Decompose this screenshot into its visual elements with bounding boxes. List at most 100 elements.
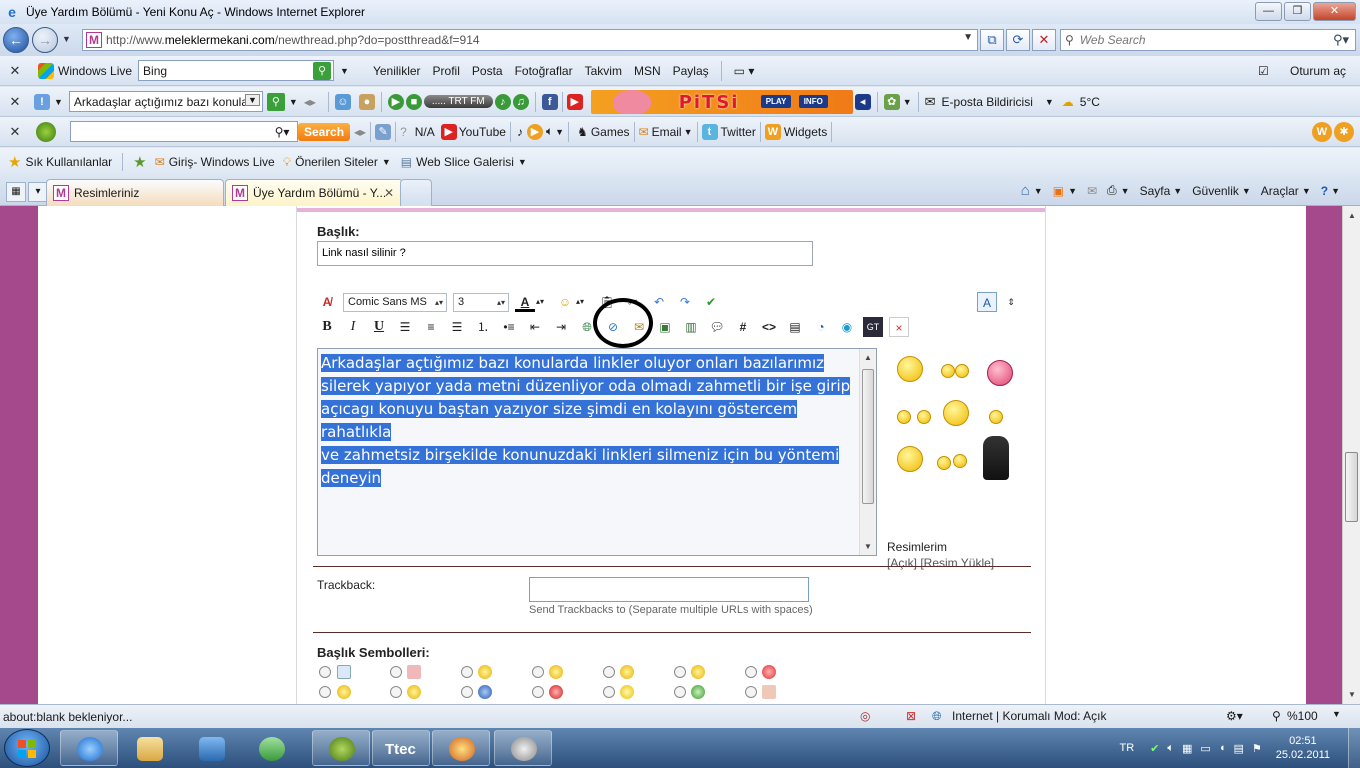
- security-zone-text[interactable]: Internet | Korumalı Mod: Açık: [952, 709, 1107, 723]
- smilie-icon[interactable]: [917, 410, 931, 424]
- tools-menu[interactable]: Araçlar: [1261, 184, 1299, 198]
- align-center-icon[interactable]: ≡: [421, 317, 441, 337]
- language-indicator[interactable]: TR: [1120, 742, 1135, 754]
- toolbar3-search-options-icon[interactable]: ⚲▾: [270, 125, 294, 139]
- quick-tabs-icon[interactable]: ▦: [6, 182, 26, 202]
- help-menu-icon[interactable]: ?: [1321, 184, 1328, 198]
- twitter-link[interactable]: Twitter: [721, 125, 756, 139]
- align-left-icon[interactable]: ☰: [395, 317, 415, 337]
- tab-list-icon[interactable]: ▾: [28, 182, 48, 202]
- add-favorite-icon[interactable]: ★: [133, 153, 146, 171]
- player-play-icon[interactable]: ▶: [526, 123, 543, 140]
- tray-icon[interactable]: ▤: [1233, 742, 1243, 755]
- bing-dropdown-icon[interactable]: ▼: [340, 66, 349, 76]
- flash-icon[interactable]: ◔: [811, 317, 831, 337]
- toolbar3-search-input[interactable]: [70, 121, 298, 142]
- resize-editor-icon[interactable]: ⇕: [1001, 292, 1021, 312]
- history-dropdown-icon[interactable]: ▼: [62, 34, 71, 44]
- pitsi-info-button[interactable]: INFO: [798, 94, 828, 108]
- clock[interactable]: 02:51 25.02.2011: [1276, 734, 1330, 762]
- email-link[interactable]: Email: [652, 125, 682, 139]
- ordered-list-icon[interactable]: ⒈: [473, 317, 493, 337]
- action-center-icon[interactable]: ⚑: [1252, 742, 1262, 755]
- post-icon-radio[interactable]: [390, 686, 402, 698]
- tab-close-icon[interactable]: ✕: [384, 186, 394, 200]
- youtube-icon[interactable]: ▶: [440, 123, 457, 140]
- search-media-icon[interactable]: ◉: [837, 317, 857, 337]
- search-go-icon[interactable]: ⚲▾: [1333, 32, 1349, 48]
- mail-icon[interactable]: ✉: [1087, 184, 1097, 198]
- signin-link[interactable]: Oturum aç: [1290, 64, 1346, 78]
- maximize-button[interactable]: ❐: [1284, 2, 1311, 21]
- live-item-fotograflar[interactable]: Fotoğraflar: [515, 64, 573, 78]
- popup-blocked-icon[interactable]: ⊠: [906, 709, 916, 723]
- page-scrollbar[interactable]: ▲ ▼: [1342, 206, 1360, 704]
- help-icon[interactable]: ?: [400, 125, 407, 139]
- live-item-msn[interactable]: MSN: [634, 64, 661, 78]
- post-icon-radio[interactable]: [461, 686, 473, 698]
- pitsi-play-button[interactable]: PLAY: [760, 94, 792, 108]
- smilie-icon[interactable]: [897, 446, 923, 472]
- text-color-icon[interactable]: A: [515, 292, 535, 312]
- stop-icon[interactable]: ✕: [1032, 29, 1056, 51]
- radio-mute-icon[interactable]: ♫: [512, 93, 529, 110]
- protected-mode-icon[interactable]: ⚙▾: [1226, 709, 1243, 723]
- radio-play-icon[interactable]: ▶: [387, 93, 404, 110]
- volume-icon[interactable]: 🔈︎: [546, 124, 553, 139]
- rss-icon[interactable]: ▣: [1053, 184, 1064, 198]
- toolbar-search-dropdown[interactable]: Arkadaşlar açtığımız bazı konular ▼: [68, 91, 263, 112]
- indent-icon[interactable]: ⇥: [551, 317, 571, 337]
- start-button[interactable]: [4, 729, 50, 767]
- smilie-icon[interactable]: [953, 454, 967, 468]
- font-family-select[interactable]: Comic Sans MS ▴▾: [343, 292, 447, 312]
- smilie-icon[interactable]: [943, 400, 969, 426]
- email-notifier[interactable]: E-posta Bildiricisi: [942, 95, 1033, 109]
- tab-uye-yardim[interactable]: M Üye Yardım Bölümü - Y... ✕: [225, 179, 403, 206]
- outdent-icon[interactable]: ⇤: [525, 317, 545, 337]
- banner-collapse-icon[interactable]: ◂: [854, 93, 871, 110]
- message-editor[interactable]: Arkadaşlar açtığımız bazı konularda link…: [317, 348, 877, 556]
- widgets-link[interactable]: Widgets: [784, 125, 827, 139]
- italic-icon[interactable]: I: [343, 317, 363, 337]
- toolbar-search-go-icon[interactable]: ⚲: [266, 92, 285, 111]
- tab-resimleriniz[interactable]: M Resimleriniz: [46, 179, 224, 206]
- refresh-icon[interactable]: ⟳: [1006, 29, 1030, 51]
- switch-editor-mode-icon[interactable]: A: [977, 292, 997, 312]
- wrap-php-icon[interactable]: ▤: [785, 317, 805, 337]
- align-right-icon[interactable]: ☰: [447, 317, 467, 337]
- clover-icon[interactable]: ✿: [883, 93, 900, 110]
- address-dropdown-icon[interactable]: ▼: [963, 32, 973, 43]
- youtube-toolbar-icon[interactable]: ▶: [566, 93, 583, 110]
- smilie-icon[interactable]: [897, 410, 911, 424]
- taskbar-ttec-button[interactable]: Ttec: [372, 730, 430, 766]
- smilie-icon[interactable]: [989, 410, 1003, 424]
- underline-icon[interactable]: U: [369, 317, 389, 337]
- images-links[interactable]: [Açık] [Resim Yükle]: [887, 555, 994, 571]
- settings-orange-icon[interactable]: ✱: [1334, 121, 1354, 142]
- remove-format-icon[interactable]: A̸: [317, 292, 337, 312]
- post-icon-radio[interactable]: [674, 666, 686, 678]
- minimize-button[interactable]: —: [1255, 2, 1282, 21]
- taskbar-paint-button[interactable]: [432, 730, 490, 766]
- insert-image-icon[interactable]: ▣: [655, 317, 675, 337]
- post-icon-radio[interactable]: [745, 666, 757, 678]
- live-menu-icon[interactable]: ▭ ▾: [734, 64, 755, 78]
- post-icon-radio[interactable]: [603, 666, 615, 678]
- smilie-icon[interactable]: [987, 360, 1013, 386]
- music-icon[interactable]: ♪: [517, 125, 523, 139]
- live-item-posta[interactable]: Posta: [472, 64, 503, 78]
- taskbar-mascot-button[interactable]: [312, 730, 370, 766]
- font-size-select[interactable]: 3 ▴▾: [453, 292, 509, 312]
- fav-item-onerilen[interactable]: Önerilen Siteler: [295, 155, 378, 169]
- toolbar3-search-button[interactable]: Search: [298, 122, 351, 141]
- zoom-level[interactable]: %100: [1287, 709, 1318, 723]
- new-tab-button[interactable]: [400, 179, 432, 206]
- smilie-icon[interactable]: [955, 364, 969, 378]
- live-item-paylas[interactable]: Paylaş: [673, 64, 709, 78]
- address-bar[interactable]: M http://www.meleklermekani.com/newthrea…: [82, 29, 978, 51]
- title-input[interactable]: Link nasıl silinir ?: [317, 241, 813, 266]
- show-desktop-button[interactable]: [1348, 728, 1360, 768]
- taskbar-media-button[interactable]: [182, 730, 240, 766]
- insert-video-icon[interactable]: ▥: [681, 317, 701, 337]
- fav-item-giris[interactable]: Giriş- Windows Live: [169, 155, 275, 169]
